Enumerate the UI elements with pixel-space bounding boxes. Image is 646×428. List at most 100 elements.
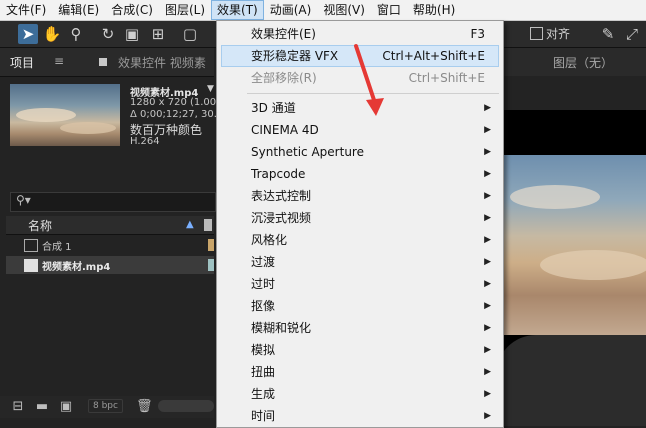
submenu-simulation[interactable]: 模拟 ▶: [221, 339, 499, 361]
menu-item-label: 表达式控制: [251, 189, 312, 203]
menu-item-label: Trapcode: [251, 167, 306, 181]
submenu-expression-controls[interactable]: 表达式控制 ▶: [221, 185, 499, 207]
submenu-keying[interactable]: 抠像 ▶: [221, 295, 499, 317]
viewer-frame-image: [500, 155, 646, 335]
search-input[interactable]: ⚲▾: [10, 192, 216, 212]
menu-item-remove-all[interactable]: 全部移除(R) Ctrl+Shift+E: [221, 67, 499, 89]
tab-close-square-icon[interactable]: [99, 58, 107, 66]
submenu-transition[interactable]: 过渡 ▶: [221, 251, 499, 273]
menu-item-label: 风格化: [251, 233, 288, 247]
menu-view[interactable]: 视图(V): [317, 0, 371, 20]
selection-arrow-icon[interactable]: ➤: [18, 24, 38, 44]
interpret-footage-icon[interactable]: ⊟: [10, 399, 26, 415]
tab-project[interactable]: 项目: [10, 54, 34, 71]
viewer-overlay: [496, 335, 646, 426]
project-item-label: 合成 1: [42, 242, 72, 253]
submenu-trapcode[interactable]: Trapcode ▶: [221, 163, 499, 185]
label-color-swatch: [208, 259, 214, 271]
menu-item-label: 效果控件(E): [251, 27, 316, 41]
new-composition-icon[interactable]: ▣: [58, 399, 74, 415]
align-label: 对齐: [546, 27, 571, 41]
menu-window[interactable]: 窗口: [371, 0, 407, 20]
submenu-arrow-icon: ▶: [484, 301, 491, 311]
submenu-arrow-icon: ▶: [484, 389, 491, 399]
submenu-arrow-icon: ▶: [484, 147, 491, 157]
submenu-blur-sharpen[interactable]: 模糊和锐化 ▶: [221, 317, 499, 339]
menu-item-label: 过时: [251, 277, 276, 291]
camera-icon[interactable]: ▣: [122, 24, 142, 44]
thumbnail-size-slider[interactable]: [158, 400, 214, 412]
submenu-arrow-icon: ▶: [484, 191, 491, 201]
menu-item-label: 全部移除(R): [251, 71, 317, 85]
align-checkbox[interactable]: [530, 27, 543, 40]
pan-behind-icon[interactable]: ⊞: [148, 24, 168, 44]
search-icon: ⚲▾: [16, 193, 31, 207]
chevron-down-icon[interactable]: ▼: [207, 84, 214, 94]
footage-duration: Δ 0;00;12;27, 30.00: [130, 109, 230, 120]
tab-effect-controls[interactable]: 效果控件 视频素: [118, 54, 214, 71]
hand-icon[interactable]: ✋: [42, 24, 62, 44]
trash-icon[interactable]: 🗑: [136, 399, 153, 415]
submenu-arrow-icon: ▶: [484, 169, 491, 179]
viewer-cloud: [540, 250, 646, 280]
menu-item-effect-controls[interactable]: 效果控件(E) F3: [221, 23, 499, 45]
menu-help[interactable]: 帮助(H): [407, 0, 461, 20]
rectangle-icon[interactable]: ▢: [180, 24, 200, 44]
project-panel: 项目 ≡ 效果控件 视频素 视频素材.mp4 ▼ 1280 x 720 (1.0…: [0, 48, 230, 426]
menu-edit[interactable]: 编辑(E): [52, 0, 105, 20]
menu-file[interactable]: 文件(F): [0, 0, 52, 20]
submenu-cinema-4d[interactable]: CINEMA 4D ▶: [221, 119, 499, 141]
column-name[interactable]: 名称: [28, 217, 52, 234]
menu-item-label: 沉浸式视频: [251, 211, 312, 225]
menu-item-label: 过渡: [251, 255, 276, 269]
submenu-arrow-icon: ▶: [484, 279, 491, 289]
zoom-icon[interactable]: ⚲: [66, 24, 86, 44]
menu-item-label: 模糊和锐化: [251, 321, 312, 335]
menu-item-warp-stabilizer[interactable]: 变形稳定器 VFX Ctrl+Alt+Shift+E: [221, 45, 499, 67]
submenu-arrow-icon: ▶: [484, 235, 491, 245]
thumbnail-cloud: [16, 108, 76, 122]
submenu-stylize[interactable]: 风格化 ▶: [221, 229, 499, 251]
submenu-arrow-icon: ▶: [484, 345, 491, 355]
menu-item-shortcut: Ctrl+Alt+Shift+E: [382, 49, 485, 63]
submenu-arrow-icon: ▶: [484, 213, 491, 223]
menu-layer[interactable]: 图层(L): [159, 0, 211, 20]
menu-item-label: Synthetic Aperture: [251, 145, 364, 159]
tab-layer[interactable]: 图层（无）: [553, 54, 613, 71]
bit-depth-button[interactable]: 8 bpc: [88, 399, 123, 413]
menu-item-label: 生成: [251, 387, 276, 401]
menu-animation[interactable]: 动画(A): [264, 0, 318, 20]
submenu-immersive-video[interactable]: 沉浸式视频 ▶: [221, 207, 499, 229]
label-column-icon[interactable]: [204, 219, 212, 231]
thumbnail-cloud: [60, 122, 116, 134]
menubar: 文件(F) 编辑(E) 合成(C) 图层(L) 效果(T) 动画(A) 视图(V…: [0, 0, 646, 21]
panel-menu-icon[interactable]: ≡: [54, 54, 64, 68]
new-folder-icon[interactable]: ▬: [34, 399, 50, 415]
rotate-icon[interactable]: ↻: [98, 24, 118, 44]
submenu-synthetic-aperture[interactable]: Synthetic Aperture ▶: [221, 141, 499, 163]
pin-icon[interactable]: ✎: [598, 24, 618, 44]
expand-icon[interactable]: ⤢: [622, 24, 642, 44]
submenu-obsolete[interactable]: 过时 ▶: [221, 273, 499, 295]
menu-effect[interactable]: 效果(T): [211, 0, 264, 20]
footage-file-icon: [24, 259, 38, 272]
submenu-time[interactable]: 时间 ▶: [221, 405, 499, 427]
menu-item-label: 模拟: [251, 343, 276, 357]
project-item-row[interactable]: 合成 1: [6, 236, 214, 254]
menu-item-label: 扭曲: [251, 365, 276, 379]
submenu-arrow-icon: ▶: [484, 125, 491, 135]
project-item-row-selected[interactable]: 视频素材.mp4: [6, 256, 214, 274]
sort-ascending-icon[interactable]: ▲: [186, 219, 194, 230]
footage-thumbnail: [10, 84, 120, 146]
footage-resolution: 1280 x 720 (1.00): [130, 97, 221, 108]
project-item-label: 视频素材.mp4: [42, 262, 111, 273]
project-list-header: 名称 ▲: [6, 216, 214, 235]
submenu-arrow-icon: ▶: [484, 367, 491, 377]
footage-codec: H.264: [130, 136, 160, 147]
submenu-arrow-icon: ▶: [484, 257, 491, 267]
submenu-generate[interactable]: 生成 ▶: [221, 383, 499, 405]
menu-item-label: 抠像: [251, 299, 276, 313]
menu-composition[interactable]: 合成(C): [105, 0, 159, 20]
submenu-3d-channel[interactable]: 3D 通道 ▶: [221, 97, 499, 119]
submenu-distort[interactable]: 扭曲 ▶: [221, 361, 499, 383]
